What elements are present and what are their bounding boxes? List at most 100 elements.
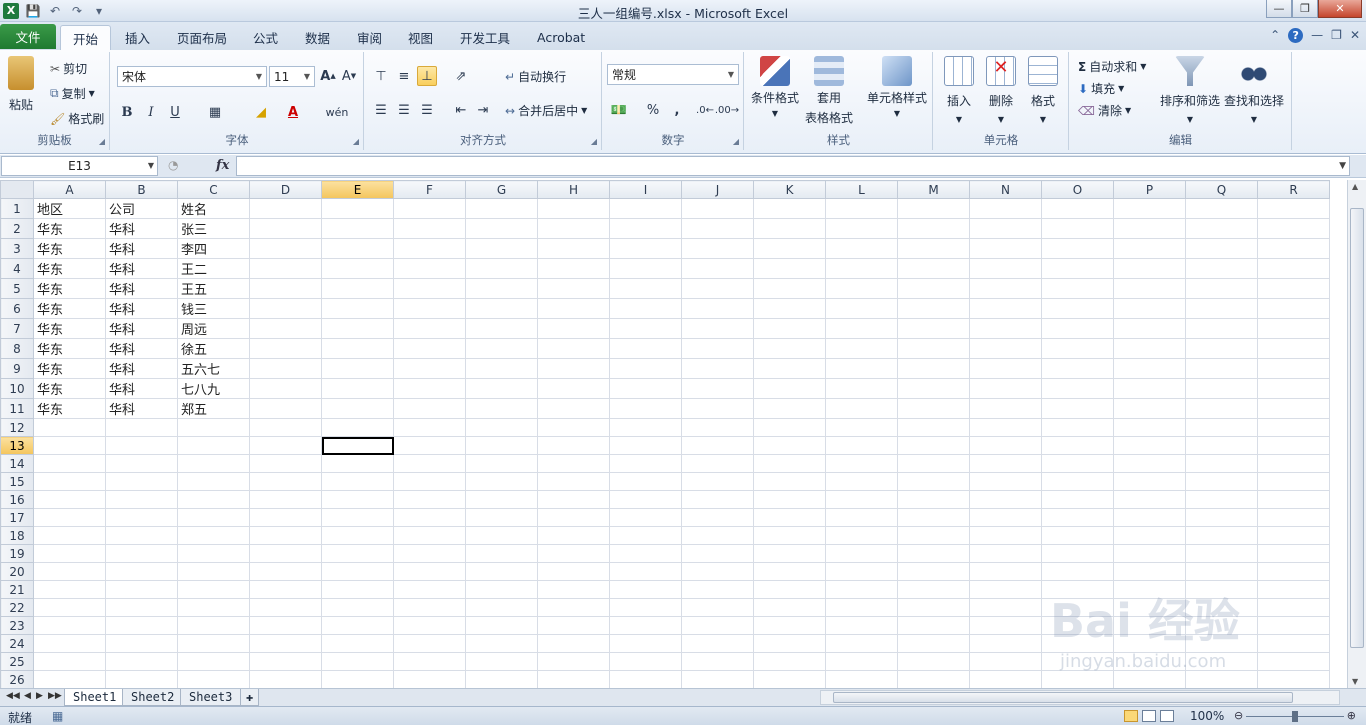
cell-b4[interactable]: 华科	[105, 258, 178, 279]
cell-h14[interactable]	[537, 454, 610, 473]
cell-d25[interactable]	[249, 652, 322, 671]
cell-d7[interactable]	[249, 318, 322, 339]
cell-c19[interactable]	[177, 544, 250, 563]
zoom-in-icon[interactable]: ⊕	[1347, 709, 1356, 722]
cell-o5[interactable]	[1041, 278, 1114, 299]
row-header[interactable]: 13	[0, 436, 34, 455]
increase-font-icon[interactable]: A ▲	[318, 66, 338, 86]
cell-e21[interactable]	[321, 580, 394, 599]
cell-l14[interactable]	[825, 454, 898, 473]
cell-h26[interactable]	[537, 670, 610, 688]
cell-m24[interactable]	[897, 634, 970, 653]
cell-b10[interactable]: 华科	[105, 378, 178, 399]
cell-h2[interactable]	[537, 218, 610, 239]
cell-f3[interactable]	[393, 238, 466, 259]
delete-cells-button[interactable]: ✕ 删除 ▼	[986, 56, 1016, 124]
cell-n2[interactable]	[969, 218, 1042, 239]
scroll-up-icon[interactable]: ▲	[1352, 182, 1358, 191]
cell-r13[interactable]	[1257, 436, 1330, 455]
minimize-button[interactable]: —	[1266, 0, 1292, 18]
cell-r11[interactable]	[1257, 398, 1330, 419]
cell-o18[interactable]	[1041, 526, 1114, 545]
cell-i12[interactable]	[609, 418, 682, 437]
cell-o9[interactable]	[1041, 358, 1114, 379]
cell-j2[interactable]	[681, 218, 754, 239]
cell-n12[interactable]	[969, 418, 1042, 437]
zoom-slider[interactable]: ⊖ ⊕	[1234, 709, 1356, 722]
cell-m17[interactable]	[897, 508, 970, 527]
cell-n19[interactable]	[969, 544, 1042, 563]
cell-o17[interactable]	[1041, 508, 1114, 527]
cell-m22[interactable]	[897, 598, 970, 617]
cell-e12[interactable]	[321, 418, 394, 437]
cell-q18[interactable]	[1185, 526, 1258, 545]
doc-restore-icon[interactable]: ❐	[1331, 28, 1342, 43]
cell-l5[interactable]	[825, 278, 898, 299]
cell-m6[interactable]	[897, 298, 970, 319]
close-button[interactable]: ✕	[1318, 0, 1362, 18]
cell-k26[interactable]	[753, 670, 826, 688]
row-header[interactable]: 14	[0, 454, 34, 473]
cell-o11[interactable]	[1041, 398, 1114, 419]
cell-q26[interactable]	[1185, 670, 1258, 688]
cell-o19[interactable]	[1041, 544, 1114, 563]
cell-o16[interactable]	[1041, 490, 1114, 509]
cell-o4[interactable]	[1041, 258, 1114, 279]
insert-cells-button[interactable]: 插入 ▼	[944, 56, 974, 124]
cell-r14[interactable]	[1257, 454, 1330, 473]
cell-c10[interactable]: 七八九	[177, 378, 250, 399]
cell-a23[interactable]	[33, 616, 106, 635]
cell-e10[interactable]	[321, 378, 394, 399]
cell-d17[interactable]	[249, 508, 322, 527]
last-sheet-icon[interactable]: ▶▶	[48, 691, 62, 701]
cell-f14[interactable]	[393, 454, 466, 473]
cell-p6[interactable]	[1113, 298, 1186, 319]
cell-g25[interactable]	[465, 652, 538, 671]
cell-l20[interactable]	[825, 562, 898, 581]
column-header-l[interactable]: L	[825, 180, 898, 199]
cell-i3[interactable]	[609, 238, 682, 259]
cell-r25[interactable]	[1257, 652, 1330, 671]
cell-i1[interactable]	[609, 198, 682, 219]
cell-i22[interactable]	[609, 598, 682, 617]
cell-n10[interactable]	[969, 378, 1042, 399]
cell-f1[interactable]	[393, 198, 466, 219]
row-header[interactable]: 23	[0, 616, 34, 635]
cell-m1[interactable]	[897, 198, 970, 219]
cell-g3[interactable]	[465, 238, 538, 259]
cell-a4[interactable]: 华东	[33, 258, 106, 279]
merge-center-button[interactable]: ↔ 合并后居中 ▼	[505, 102, 587, 119]
cell-p12[interactable]	[1113, 418, 1186, 437]
cell-k6[interactable]	[753, 298, 826, 319]
column-header-m[interactable]: M	[897, 180, 970, 199]
cell-d2[interactable]	[249, 218, 322, 239]
formula-input[interactable]: ▼	[236, 156, 1350, 176]
cell-l16[interactable]	[825, 490, 898, 509]
column-header-k[interactable]: K	[753, 180, 826, 199]
comma-button[interactable]: ,	[667, 100, 687, 120]
cell-j10[interactable]	[681, 378, 754, 399]
cell-n3[interactable]	[969, 238, 1042, 259]
cell-i15[interactable]	[609, 472, 682, 491]
cell-r21[interactable]	[1257, 580, 1330, 599]
cell-h24[interactable]	[537, 634, 610, 653]
cell-n15[interactable]	[969, 472, 1042, 491]
cell-i2[interactable]	[609, 218, 682, 239]
copy-button[interactable]: ⧉ 复制 ▼	[50, 85, 95, 102]
cell-o6[interactable]	[1041, 298, 1114, 319]
cell-j3[interactable]	[681, 238, 754, 259]
cell-f2[interactable]	[393, 218, 466, 239]
paste-button[interactable]: 粘贴	[8, 56, 34, 113]
border-icon[interactable]: ▦	[205, 102, 225, 122]
cell-p26[interactable]	[1113, 670, 1186, 688]
cell-f25[interactable]	[393, 652, 466, 671]
cell-d20[interactable]	[249, 562, 322, 581]
clear-button[interactable]: ⌫ 清除 ▼	[1078, 102, 1131, 119]
percent-button[interactable]: %	[643, 100, 663, 120]
cell-n17[interactable]	[969, 508, 1042, 527]
cell-q1[interactable]	[1185, 198, 1258, 219]
cell-k11[interactable]	[753, 398, 826, 419]
zoom-knob[interactable]	[1292, 711, 1298, 722]
cell-i5[interactable]	[609, 278, 682, 299]
tab-view[interactable]: 视图	[396, 25, 445, 50]
